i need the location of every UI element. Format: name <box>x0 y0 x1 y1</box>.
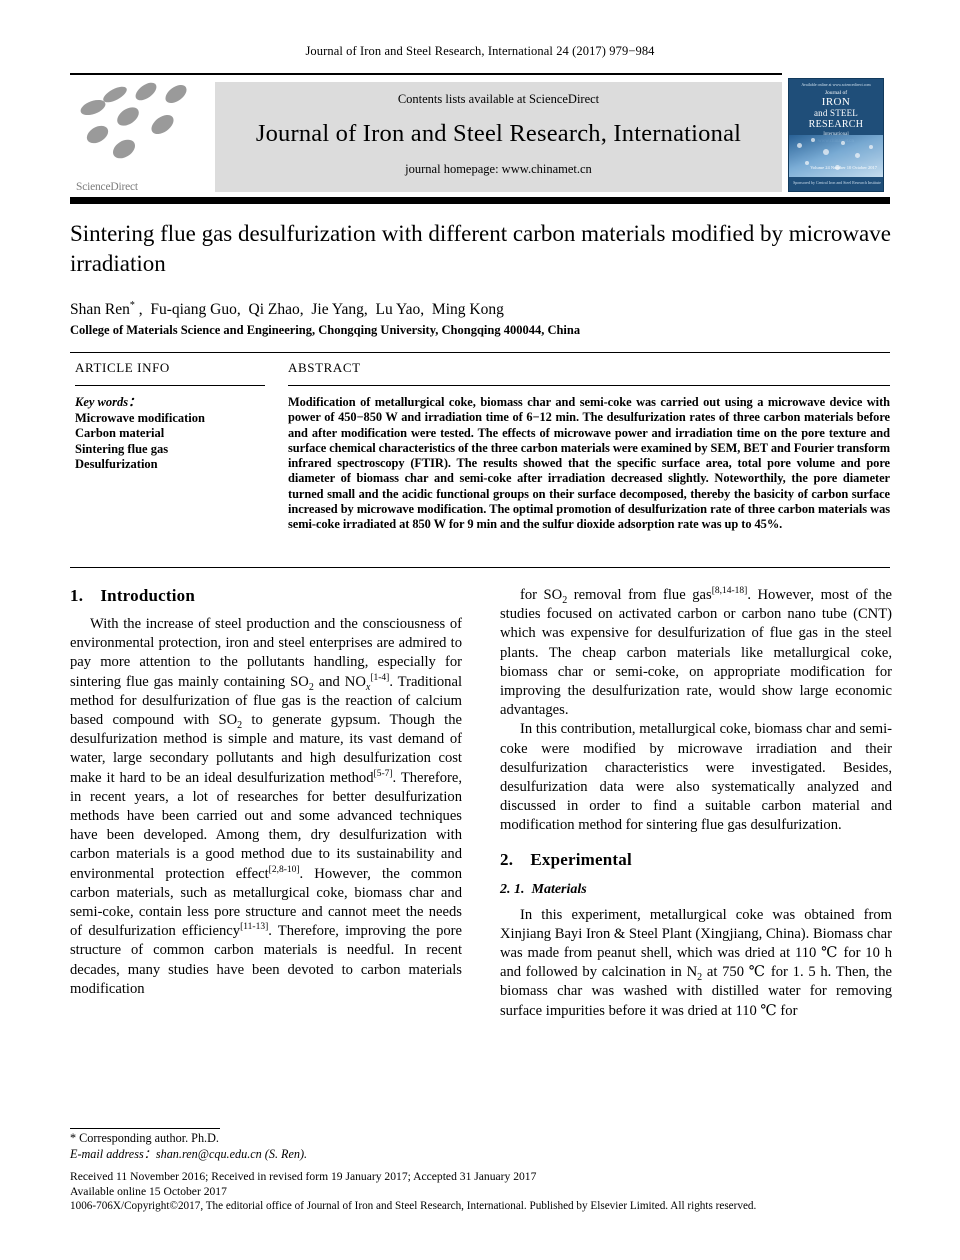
contents-panel: Contents lists available at ScienceDirec… <box>215 82 782 192</box>
cover-line-iron: IRON <box>821 96 851 108</box>
email-line: E-mail address：shan.ren@cqu.edu.cn (S. R… <box>70 1147 570 1163</box>
available-online-date: Available online 15 October 2017 <box>70 1184 227 1198</box>
corresponding-author-note: * Corresponding author. Ph.D. <box>70 1131 219 1145</box>
running-head: Journal of Iron and Steel Research, Inte… <box>305 44 655 58</box>
body-columns: 1. Introduction With the increase of ste… <box>70 586 892 1116</box>
journal-cover-thumbnail: Available online at www.sciencedirect.co… <box>788 78 884 192</box>
email-address[interactable]: shan.ren@cqu.edu.cn <box>156 1147 262 1161</box>
sciencedirect-dots-icon <box>72 79 212 169</box>
keyword-item: Microwave modification <box>75 410 205 425</box>
article-info-column: ARTICLE INFO Key words： Microwave modifi… <box>75 360 265 473</box>
keyword-item: Sintering flue gas <box>75 441 169 456</box>
intro-paragraph-1: With the increase of steel production an… <box>70 616 463 997</box>
masthead: ScienceDirect Contents lists available a… <box>70 73 890 195</box>
received-dates: Received 11 November 2016; Received in r… <box>70 1170 537 1183</box>
masthead-thick-rule <box>70 197 890 204</box>
copyright-line: 1006-706X/Copyright©2017, The editorial … <box>70 1200 757 1212</box>
abstract-heading: ABSTRACT <box>288 360 361 375</box>
keyword-item: Carbon material <box>75 426 165 440</box>
article-page: Journal of Iron and Steel Research, Inte… <box>0 0 960 1260</box>
keywords-heading: Key words： <box>75 395 141 409</box>
cover-line-research: RESEARCH <box>808 119 864 130</box>
intro-paragraph-continued: for SO2 removal from flue gas[8,14-18]. … <box>500 586 893 719</box>
cover-molecule-graphic <box>789 135 883 177</box>
abstract-bottom-rule <box>70 567 890 568</box>
contents-available-line: Contents lists available at ScienceDirec… <box>397 92 600 106</box>
abstract-column: ABSTRACT Modification of metallurgical c… <box>288 360 890 533</box>
cover-footer-band: Sponsored by Central Iron and Steel Rese… <box>789 177 883 191</box>
affiliation: College of Materials Science and Enginee… <box>70 323 581 337</box>
journal-title: Journal of Iron and Steel Research, Inte… <box>255 120 742 147</box>
keywords-list: Key words： Microwave modification Carbon… <box>75 395 265 473</box>
abstract-rule <box>288 385 890 386</box>
cover-line-and-steel: and STEEL <box>813 108 859 118</box>
article-title: Sintering flue gas desulfurization with … <box>70 221 891 276</box>
intro-paragraph-2: In this contribution, metallurgical coke… <box>500 721 892 834</box>
footnote-block: * Corresponding author. Ph.D. E-mail add… <box>70 1131 570 1162</box>
abstract-text: Modification of metallurgical coke, biom… <box>288 395 890 532</box>
section-heading-introduction: 1. Introduction <box>70 586 196 605</box>
author-list: Shan Ren* , Fu-qiang Guo, Qi Zhao, Jie Y… <box>70 299 504 318</box>
sciencedirect-logo: ScienceDirect <box>72 79 212 193</box>
article-info-rule <box>75 385 265 386</box>
body-column-left: 1. Introduction With the increase of ste… <box>70 586 462 999</box>
footnote-rule <box>70 1128 220 1129</box>
body-column-right: for SO2 removal from flue gas[8,14-18]. … <box>500 586 892 1021</box>
abstract-top-rule <box>70 352 890 353</box>
cover-availability-line: Available online at www.sciencedirect.co… <box>801 82 871 87</box>
email-owner: (S. Ren). <box>264 1146 308 1161</box>
article-info-heading: ARTICLE INFO <box>75 360 170 375</box>
cover-sponsor-line: Sponsored by Central Iron and Steel Rese… <box>793 180 881 185</box>
cover-issue-info: Volume 24 Number 10 October 2017 <box>810 165 877 170</box>
sciencedirect-wordmark: ScienceDirect <box>76 181 138 193</box>
keyword-item: Desulfurization <box>75 457 158 471</box>
publication-info: Received 11 November 2016; Received in r… <box>70 1170 900 1214</box>
section-heading-experimental: 2. Experimental <box>500 849 632 869</box>
materials-paragraph-1: In this experiment, metallurgical coke w… <box>500 906 892 1019</box>
subsection-heading-materials: 2. 1. Materials <box>500 881 587 897</box>
masthead-top-rule <box>70 73 782 75</box>
email-label: E-mail address： <box>70 1146 156 1161</box>
journal-homepage-line: journal homepage: www.chinamet.cn <box>405 162 592 176</box>
